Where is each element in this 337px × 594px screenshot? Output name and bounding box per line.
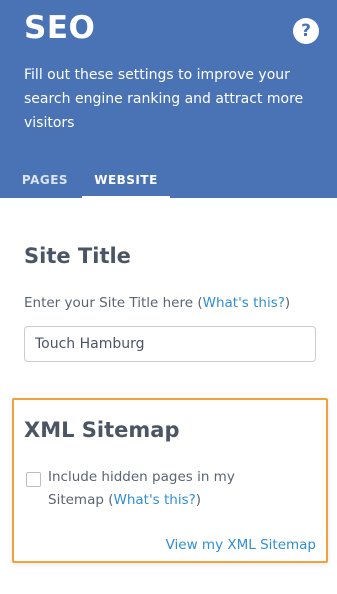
- xml-sitemap-heading: XML Sitemap: [24, 418, 180, 442]
- site-title-heading: Site Title: [24, 244, 131, 268]
- tab-website[interactable]: WEBSITE: [82, 163, 170, 198]
- include-hidden-pages-checkbox[interactable]: [26, 472, 41, 487]
- tab-pages[interactable]: PAGES: [14, 163, 76, 196]
- site-title-input[interactable]: [24, 326, 316, 362]
- header-subtitle: Fill out these settings to improve your …: [24, 67, 304, 131]
- close-paren: ): [195, 492, 202, 508]
- tab-bar: PAGES WEBSITE: [0, 163, 337, 198]
- site-title-instruction-text: Enter your Site Title here (: [24, 295, 203, 311]
- include-hidden-pages-label[interactable]: Include hidden pages in my Sitemap (What…: [48, 466, 280, 512]
- site-title-instruction: Enter your Site Title here (What's this?…: [24, 295, 290, 311]
- seo-header: SEO ? Fill out these settings to improve…: [0, 0, 337, 198]
- site-title-whats-this-link[interactable]: What's this?: [203, 295, 285, 311]
- question-mark-icon: ?: [301, 21, 311, 41]
- view-xml-sitemap-link[interactable]: View my XML Sitemap: [166, 537, 316, 553]
- help-button[interactable]: ?: [293, 18, 319, 44]
- page-title: SEO: [24, 10, 96, 46]
- close-paren: ): [284, 295, 291, 311]
- xml-sitemap-section: XML Sitemap Include hidden pages in my S…: [12, 398, 328, 563]
- sitemap-whats-this-link[interactable]: What's this?: [113, 492, 195, 508]
